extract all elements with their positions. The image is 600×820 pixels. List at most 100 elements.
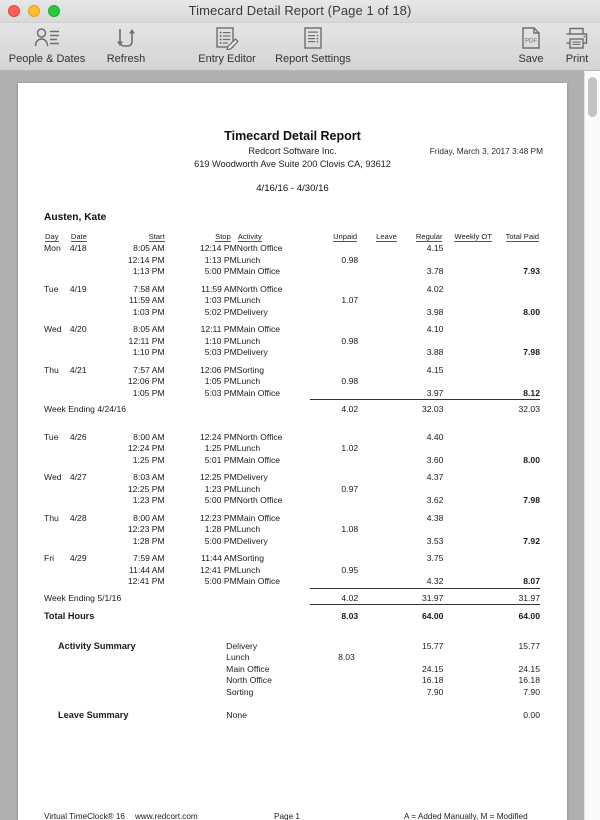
summary-leave	[355, 687, 396, 699]
summary-name: Main Office	[226, 663, 270, 674]
cell-unpaid	[310, 365, 358, 377]
cell-unpaid	[310, 472, 358, 484]
cell-unpaid	[310, 455, 358, 467]
cell-total-paid: 8.00	[523, 454, 540, 465]
cell-regular: 4.32	[397, 576, 444, 589]
cell-total-paid	[493, 284, 540, 296]
printer-icon	[564, 25, 590, 51]
cell-unpaid	[309, 387, 359, 400]
spacer-cell	[44, 416, 540, 426]
cell-day	[44, 455, 70, 467]
summary-leave	[355, 664, 396, 676]
cell-leave	[358, 243, 398, 255]
vertical-scrollbar-thumb[interactable]	[588, 77, 597, 117]
cell-start: 1:13 PM	[132, 266, 165, 276]
cell-total-paid	[493, 376, 540, 388]
cell-regular	[398, 565, 444, 577]
subtotal-weekly-ot	[443, 588, 492, 605]
summary-leave	[355, 675, 396, 687]
cell-regular: 4.15	[426, 243, 444, 253]
cell-day	[44, 565, 70, 577]
cell-weekly-ot	[443, 553, 492, 565]
cell-day: Thu	[44, 364, 59, 375]
cell-start: 8:05 AM	[133, 243, 165, 253]
cell-date	[70, 266, 107, 278]
timecard-table-head: Day Date Start Stop Activity Unpaid Leav…	[44, 231, 540, 243]
entry-editor-button[interactable]: Entry Editor	[184, 23, 270, 65]
cell-regular: 3.97	[397, 387, 444, 400]
cell-day: Wed	[44, 472, 62, 482]
summary-unpaid	[304, 641, 355, 653]
cell-start: 7:59 AM	[133, 553, 165, 563]
document-scroll-area[interactable]: Friday, March 3, 2017 3:48 PM Timecard D…	[0, 71, 600, 820]
table-row: Thu 4/28 8:00 AM 12:23 PM Main Office 4.38	[44, 513, 540, 525]
summary-name: Lunch	[226, 652, 250, 662]
cell-total-paid	[493, 432, 540, 444]
cell-stop: 5:03 PM	[204, 387, 237, 398]
cell-leave	[358, 347, 398, 359]
vertical-scrollbar[interactable]	[584, 71, 600, 820]
table-row: 12:23 PM 1:28 PM Lunch 1.08	[44, 524, 540, 536]
cell-unpaid	[310, 495, 358, 507]
cell-weekly-ot	[443, 347, 492, 359]
cell-start: 8:03 AM	[133, 472, 165, 482]
cell-day	[44, 495, 70, 507]
table-row: 1:10 PM 5:03 PM Delivery 3.88 7.98	[44, 347, 540, 359]
cell-weekly-ot	[443, 472, 492, 484]
cell-total-paid: 8.07	[492, 576, 540, 589]
cell-date: 4/28	[69, 512, 87, 523]
week-subtotal-label: Week Ending 5/1/16	[44, 592, 122, 603]
cell-activity: Delivery	[236, 535, 268, 546]
cell-stop: 5:01 PM	[204, 454, 237, 465]
cell-stop: 1:25 PM	[204, 443, 237, 453]
cell-leave	[358, 295, 398, 307]
cell-regular	[398, 524, 444, 536]
cell-day: Tue	[44, 431, 59, 442]
cell-start: 1:25 PM	[132, 454, 165, 465]
cell-weekly-ot	[443, 295, 492, 307]
summary-regular: 24.15	[421, 663, 444, 674]
report-settings-button[interactable]: Report Settings	[270, 23, 356, 65]
table-row: Tue 4/26 8:00 AM 12:24 PM North Office 4.40	[44, 432, 540, 444]
cell-leave	[358, 255, 398, 267]
cell-leave	[358, 284, 398, 296]
cell-weekly-ot	[443, 484, 492, 496]
cell-stop: 5:00 PM	[204, 495, 237, 505]
cell-activity: Lunch	[236, 483, 261, 494]
subtotal-weekly-ot	[443, 400, 492, 416]
cell-date	[70, 565, 107, 577]
people-and-dates-button[interactable]: People & Dates	[4, 23, 90, 65]
cell-date	[70, 484, 107, 496]
table-row: 11:44 AM 12:41 PM Lunch 0.95	[44, 565, 540, 577]
summary-regular	[396, 652, 443, 664]
cell-start: 11:59 AM	[129, 295, 165, 305]
report-settings-icon	[301, 25, 325, 51]
table-row: 12:06 PM 1:05 PM Lunch 0.98	[44, 376, 540, 388]
cell-date	[70, 388, 107, 400]
refresh-button[interactable]: Refresh	[90, 23, 162, 65]
print-button[interactable]: Print	[554, 23, 600, 65]
summary-row: Main Office 24.15 24.15	[58, 664, 540, 676]
save-button[interactable]: PDF Save	[508, 23, 554, 65]
cell-weekly-ot	[443, 324, 492, 336]
cell-stop: 12:25 PM	[199, 472, 237, 482]
refresh-label: Refresh	[106, 53, 146, 65]
entry-editor-label: Entry Editor	[198, 53, 256, 65]
entry-editor-icon	[214, 25, 240, 51]
people-and-dates-label: People & Dates	[8, 53, 86, 65]
cell-day: Fri	[44, 553, 55, 563]
subtotal-regular: 32.03	[421, 404, 444, 414]
cell-weekly-ot	[443, 365, 492, 377]
cell-unpaid	[310, 307, 358, 319]
week-subtotal-row: Week Ending 4/24/16 4.02 32.03 32.03	[44, 400, 540, 416]
report-content: Friday, March 3, 2017 3:48 PM Timecard D…	[18, 129, 567, 820]
total-leave	[358, 611, 398, 623]
cell-activity: Sorting	[236, 553, 264, 563]
cell-date: 4/26	[69, 431, 87, 442]
cell-start: 1:05 PM	[132, 387, 165, 398]
cell-regular	[398, 295, 444, 307]
summary-unpaid	[304, 710, 355, 722]
cell-total-paid	[493, 365, 540, 377]
cell-activity: Lunch	[236, 376, 261, 386]
cell-start: 8:00 AM	[133, 512, 165, 523]
